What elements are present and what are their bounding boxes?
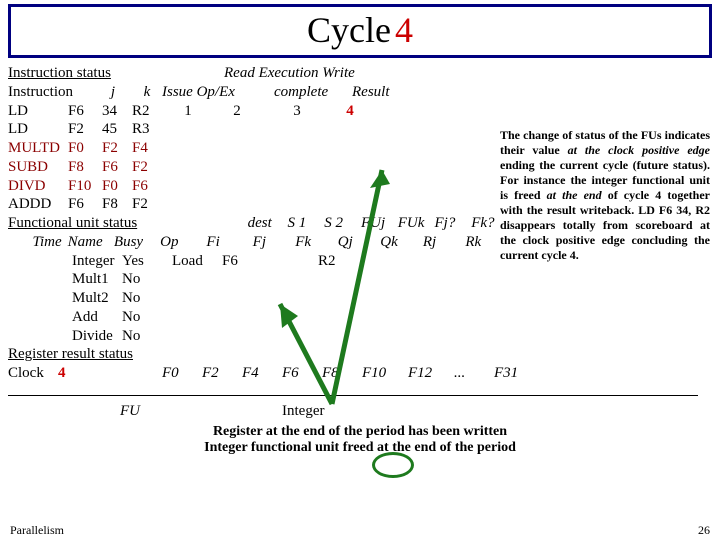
- clock-value: 4: [58, 364, 98, 383]
- instr-row: MULTDF0F2F4: [8, 139, 508, 158]
- instr-phase-heading: Read Execution Write: [224, 64, 484, 83]
- title-word: Cycle: [307, 10, 391, 50]
- fu-status-heading: Functional unit status: [8, 214, 248, 233]
- fu-row: AddNo: [8, 308, 508, 327]
- instr-row: DIVDF10F0F6: [8, 177, 508, 196]
- instr-row: LDF245R3: [8, 120, 508, 139]
- instr-row: SUBDF8F6F2: [8, 158, 508, 177]
- reg-status-heading: Register result status: [8, 345, 133, 364]
- instr-row: LDF634R21234: [8, 102, 508, 121]
- fu-row: IntegerYesLoadF6R2: [8, 252, 508, 271]
- fu-row: DivideNo: [8, 327, 508, 346]
- fu-row: Mult1No: [8, 270, 508, 289]
- slide-footer: Parallelism 26: [10, 523, 710, 538]
- title-number: 4: [395, 10, 413, 50]
- fu-row: Mult2No: [8, 289, 508, 308]
- slide-title: Cycle 4: [8, 4, 712, 58]
- reg-values: Integer: [162, 402, 540, 421]
- divider-line: [8, 395, 698, 396]
- instr-status-heading: Instruction status: [8, 64, 224, 83]
- side-note: The change of status of the FUs indicate…: [500, 128, 710, 263]
- footer-left: Parallelism: [10, 523, 64, 538]
- reg-col-headers: F0F2F4F6F8F10F12...F31: [162, 364, 540, 383]
- scoreboard-tables: Instruction status Read Execution Write …: [8, 64, 508, 420]
- instr-row: ADDDF6F8F2: [8, 195, 508, 214]
- footer-page: 26: [698, 523, 710, 538]
- bottom-caption: Register at the end of the period has be…: [8, 424, 712, 456]
